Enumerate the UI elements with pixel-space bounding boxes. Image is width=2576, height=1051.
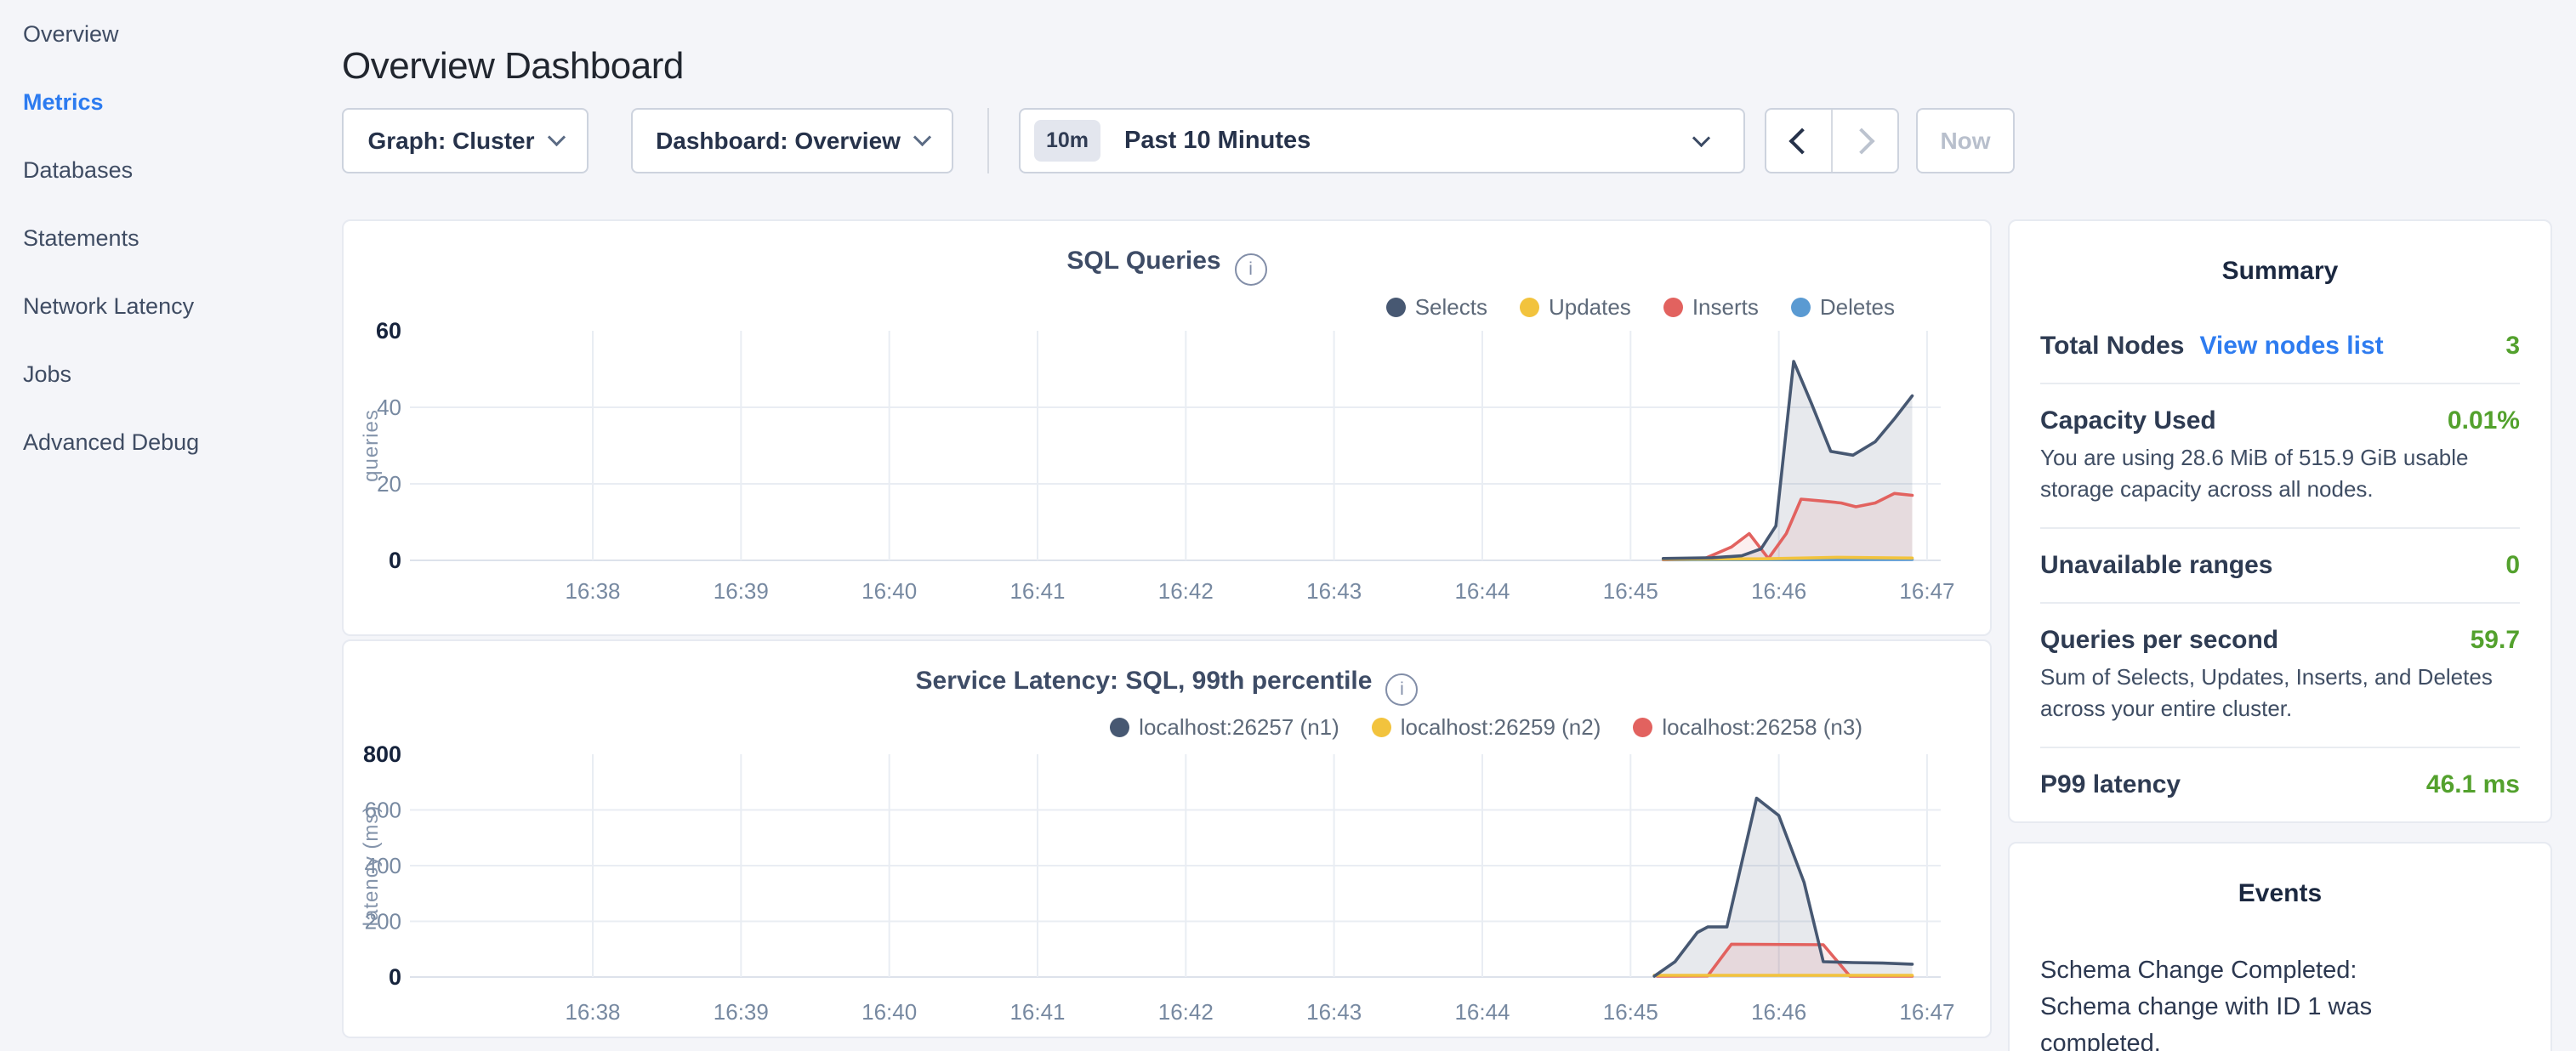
svg-text:16:41: 16:41 <box>1009 999 1065 1025</box>
sidebar: Overview Metrics Databases Statements Ne… <box>0 0 342 476</box>
controls-divider <box>987 108 989 173</box>
summary-label: P99 latency <box>2040 770 2181 799</box>
svg-text:16:40: 16:40 <box>862 999 917 1025</box>
svg-text:16:39: 16:39 <box>714 578 769 604</box>
svg-text:queries: queries <box>360 409 383 482</box>
svg-text:16:44: 16:44 <box>1454 578 1510 604</box>
svg-text:16:45: 16:45 <box>1603 999 1658 1025</box>
divider <box>2040 747 2520 748</box>
sql-queries-plot: 16:38 16:39 16:40 16:41 16:42 16:43 16:44 16:45… <box>344 221 1990 634</box>
summary-label: Capacity Used <box>2040 406 2216 435</box>
sidebar-item-metrics[interactable]: Metrics <box>0 68 342 136</box>
summary-row-total-nodes: Total Nodes View nodes list 3 <box>2040 332 2520 361</box>
summary-value: 3 <box>2505 332 2520 361</box>
events-panel: Events Schema Change Completed: Schema c… <box>2008 842 2552 1051</box>
summary-row-unavailable-ranges: Unavailable ranges 0 <box>2040 551 2520 580</box>
chevron-right-icon <box>1848 128 1874 154</box>
summary-value: 59.7 <box>2471 626 2520 655</box>
svg-text:0: 0 <box>389 964 401 990</box>
service-latency-plot: 16:38 16:39 16:40 16:41 16:42 16:43 16:44 16:45… <box>344 641 1990 1037</box>
time-forward-button[interactable] <box>1831 110 1897 172</box>
svg-text:16:39: 16:39 <box>714 999 769 1025</box>
view-nodes-list-link[interactable]: View nodes list <box>2199 332 2383 361</box>
sidebar-item-advanced-debug[interactable]: Advanced Debug <box>0 408 342 476</box>
chevron-left-icon <box>1788 128 1815 154</box>
chevron-down-icon <box>547 128 565 146</box>
svg-text:16:47: 16:47 <box>1899 578 1954 604</box>
summary-row-qps: Queries per second 59.7 <box>2040 626 2520 655</box>
svg-text:16:47: 16:47 <box>1899 999 1954 1025</box>
summary-row-p99: P99 latency 46.1 ms <box>2040 770 2520 799</box>
time-step-buttons <box>1765 108 1899 173</box>
svg-text:16:42: 16:42 <box>1158 578 1214 604</box>
svg-text:60: 60 <box>376 318 401 344</box>
svg-text:16:43: 16:43 <box>1306 578 1362 604</box>
sidebar-item-network-latency[interactable]: Network Latency <box>0 272 342 340</box>
service-latency-chart-card: Service Latency: SQL, 99th percentilei l… <box>342 639 1992 1038</box>
time-range-label: Past 10 Minutes <box>1124 127 1311 155</box>
summary-title: Summary <box>2040 257 2520 286</box>
sidebar-item-databases[interactable]: Databases <box>0 136 342 204</box>
svg-text:16:41: 16:41 <box>1009 578 1065 604</box>
svg-text:16:42: 16:42 <box>1158 999 1214 1025</box>
graph-dropdown-label: Graph: Cluster <box>367 128 534 155</box>
dashboard-dropdown-label: Dashboard: Overview <box>656 128 901 155</box>
chevron-down-icon <box>1692 129 1710 147</box>
svg-text:16:45: 16:45 <box>1603 578 1658 604</box>
event-item: Schema Change Completed: Schema change w… <box>2040 952 2440 1051</box>
page-title: Overview Dashboard <box>342 45 684 88</box>
svg-text:16:38: 16:38 <box>565 999 620 1025</box>
svg-text:latency (ms): latency (ms) <box>360 805 383 927</box>
divider <box>2040 527 2520 529</box>
summary-description: Sum of Selects, Updates, Inserts, and De… <box>2040 662 2520 724</box>
svg-text:16:46: 16:46 <box>1751 999 1806 1025</box>
sql-queries-chart-card: SQL Queriesi Selects Updates Inserts Del… <box>342 219 1992 636</box>
summary-description: You are using 28.6 MiB of 515.9 GiB usab… <box>2040 442 2520 505</box>
summary-label: Queries per second <box>2040 626 2278 655</box>
svg-text:0: 0 <box>389 548 401 573</box>
svg-text:16:38: 16:38 <box>565 578 620 604</box>
sidebar-item-statements[interactable]: Statements <box>0 204 342 272</box>
summary-panel: Summary Total Nodes View nodes list 3 Ca… <box>2008 219 2552 823</box>
sidebar-item-overview[interactable]: Overview <box>0 0 342 68</box>
summary-value: 0.01% <box>2448 406 2520 435</box>
svg-text:16:44: 16:44 <box>1454 999 1510 1025</box>
summary-value: 0 <box>2505 551 2520 580</box>
dashboard-dropdown[interactable]: Dashboard: Overview <box>631 108 953 173</box>
svg-text:800: 800 <box>363 741 401 767</box>
summary-value: 46.1 ms <box>2426 770 2520 799</box>
divider <box>2040 383 2520 384</box>
events-title: Events <box>2040 879 2520 908</box>
chevron-down-icon <box>913 128 931 146</box>
time-range-badge: 10m <box>1034 120 1100 162</box>
svg-text:16:40: 16:40 <box>862 578 917 604</box>
summary-label: Total Nodes <box>2040 332 2184 361</box>
sidebar-item-jobs[interactable]: Jobs <box>0 340 342 408</box>
svg-text:16:46: 16:46 <box>1751 578 1806 604</box>
app-root: Overview Metrics Databases Statements Ne… <box>0 0 2576 1051</box>
divider <box>2040 602 2520 604</box>
now-button[interactable]: Now <box>1916 108 2015 173</box>
summary-label: Unavailable ranges <box>2040 551 2272 580</box>
svg-text:16:43: 16:43 <box>1306 999 1362 1025</box>
time-back-button[interactable] <box>1766 110 1831 172</box>
now-button-label: Now <box>1940 128 1990 155</box>
graph-dropdown[interactable]: Graph: Cluster <box>342 108 589 173</box>
time-range-selector[interactable]: 10m Past 10 Minutes <box>1019 108 1745 173</box>
summary-row-capacity: Capacity Used 0.01% <box>2040 406 2520 435</box>
